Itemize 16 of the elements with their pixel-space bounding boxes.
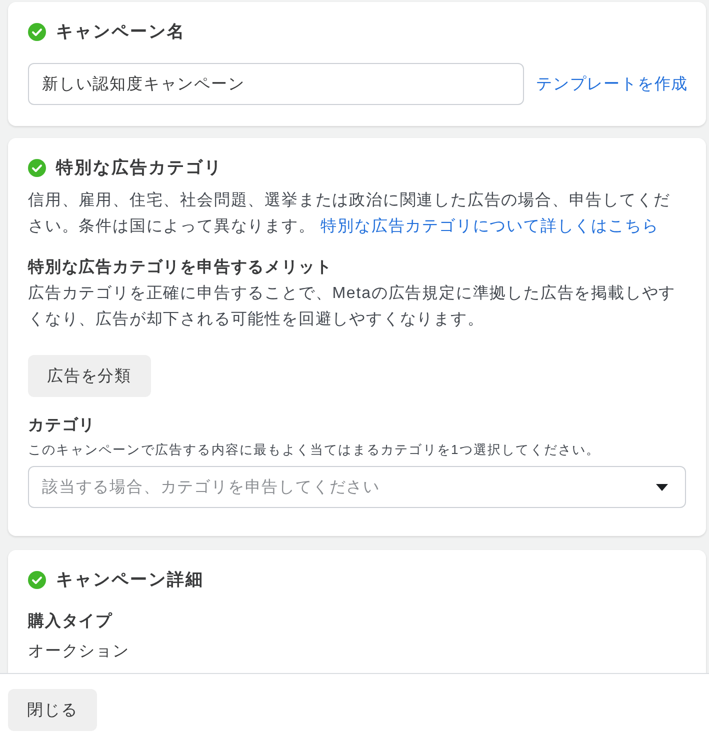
field-label: 購入タイプ — [28, 611, 114, 632]
section-title: 特別な広告カテゴリ — [56, 157, 222, 179]
benefit-heading: 特別な広告カテゴリを申告するメリット — [28, 257, 334, 278]
caret-icon — [656, 484, 668, 490]
close-button[interactable]: 閉じる — [8, 689, 97, 731]
category-label: カテゴリ — [28, 416, 97, 436]
field-value: オークション — [28, 642, 130, 662]
classify-ads-button[interactable]: 広告を分類 — [28, 355, 150, 397]
benefit-text: 広告カテゴリを正確に申告することで、Metaの広告規定に準拠した広告を掲載しやすくなり、広告が却下される可能性を回避しやすくなります。 — [28, 284, 677, 330]
create-template-link[interactable]: テンプレートを作成 — [536, 74, 688, 94]
campaign-name-input[interactable]: 新しい認知度キャンペーン — [28, 63, 524, 105]
section-title: キャンペーン名 — [56, 21, 186, 43]
section-title: キャンペーン詳細 — [56, 569, 204, 591]
category-hint: このキャンペーンで広告する内容に最もよく当てはまるカテゴリを1つ選択してください。 — [28, 441, 602, 459]
description-text: 信用、雇用、住宅、社会問題、選挙または政治に関連した広告の場合、申告してください。条件は国によって異なります。 特別な広告カテゴリについて詳しくはこちら — [28, 190, 672, 237]
learn-more-link[interactable]: 特別な広告カテゴリについて詳しくはこちら — [320, 218, 659, 235]
